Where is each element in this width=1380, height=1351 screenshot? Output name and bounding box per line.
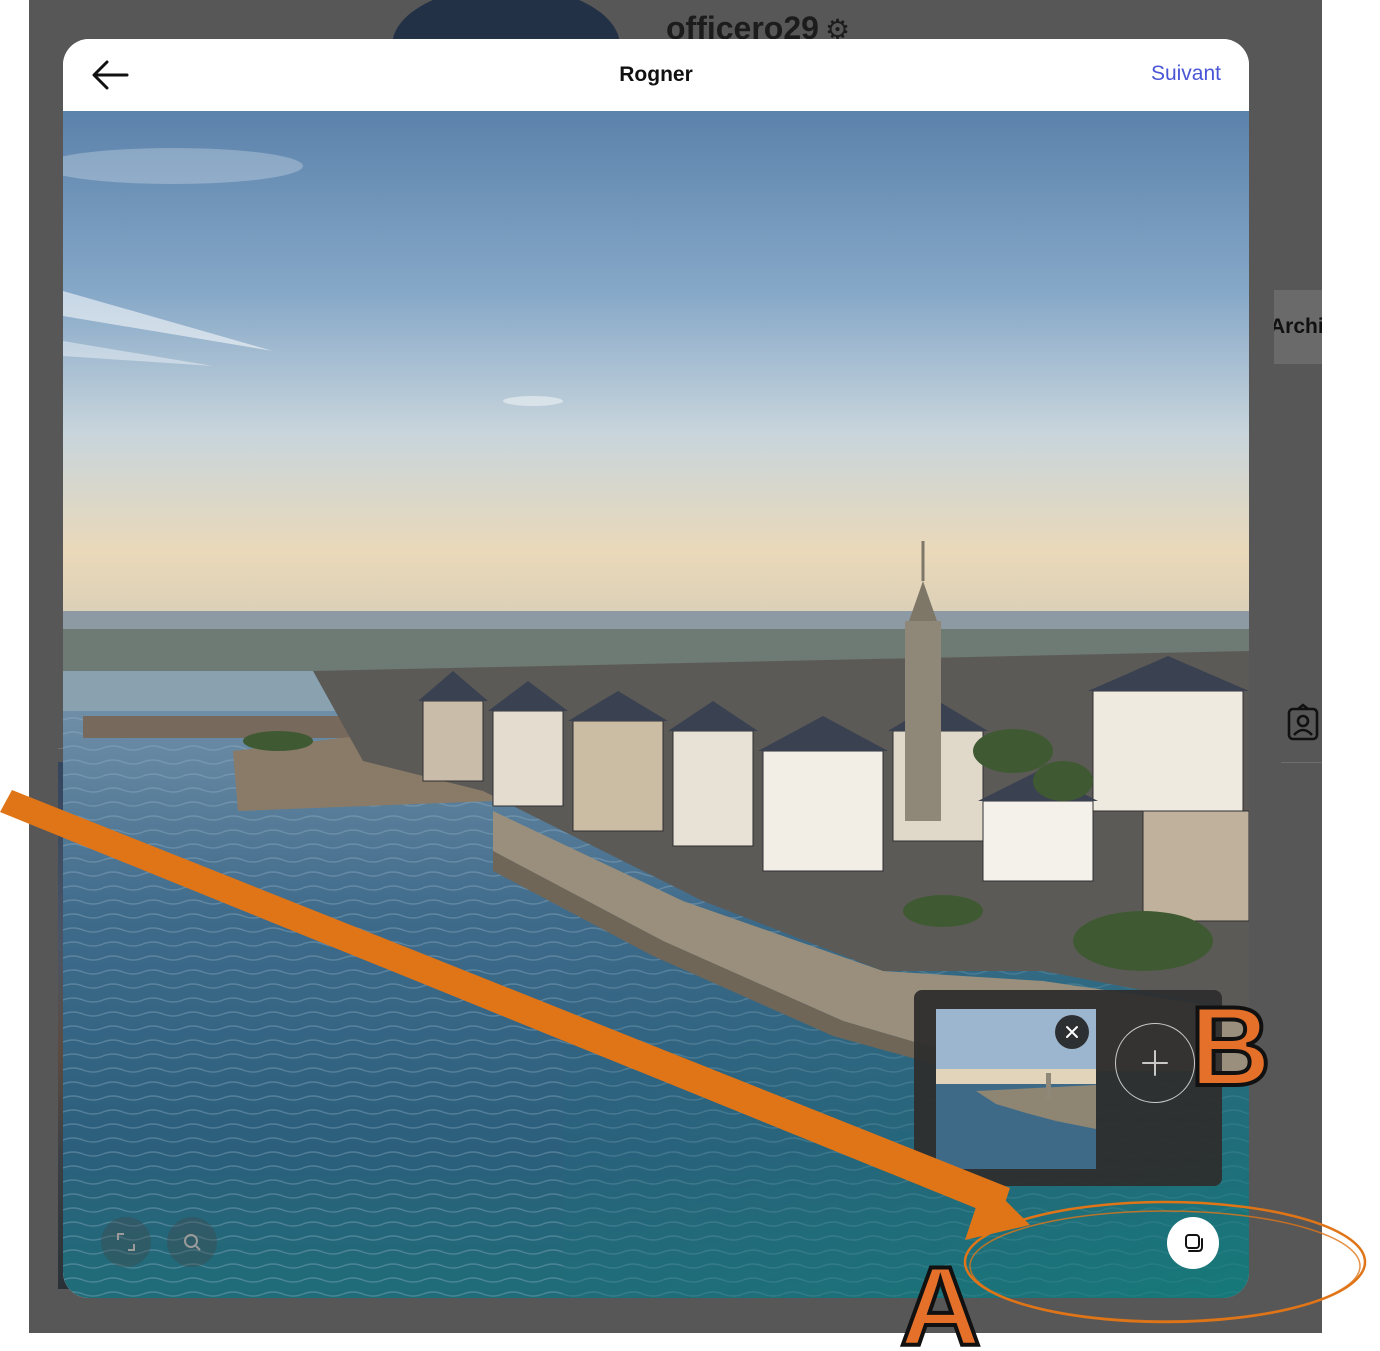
- close-icon: [1066, 1026, 1078, 1038]
- crop-aspect-button[interactable]: [101, 1217, 151, 1267]
- add-media-button[interactable]: [1115, 1023, 1195, 1103]
- plus-icon: [1142, 1050, 1168, 1076]
- archive-label: Archive: [1274, 315, 1322, 338]
- media-gallery-panel: [914, 990, 1222, 1186]
- crop-modal: Rogner Suivant: [63, 39, 1249, 1298]
- crop-canvas[interactable]: [63, 111, 1249, 1298]
- modal-header: Rogner Suivant: [63, 39, 1249, 112]
- zoom-icon: [184, 1234, 201, 1251]
- remove-media-button[interactable]: [1055, 1015, 1089, 1049]
- crop-aspect-icon: [117, 1233, 135, 1251]
- next-button[interactable]: Suivant: [1151, 62, 1221, 86]
- multi-select-button[interactable]: [1167, 1217, 1219, 1269]
- tagged-user-icon: [1287, 703, 1319, 741]
- zoom-button[interactable]: [167, 1217, 217, 1267]
- archive-button: Archive: [1274, 290, 1322, 364]
- divider: [1281, 762, 1322, 763]
- modal-title: Rogner: [619, 63, 693, 86]
- multi-select-icon: [1185, 1234, 1203, 1252]
